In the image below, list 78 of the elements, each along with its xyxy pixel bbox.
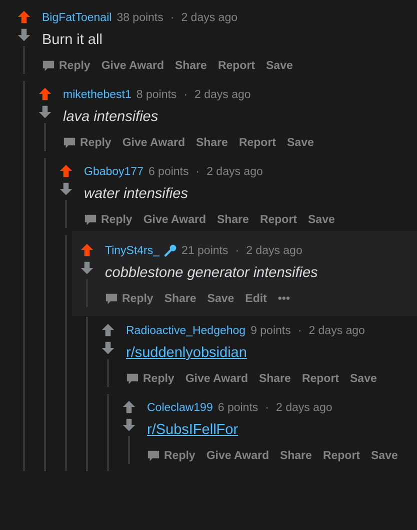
- timestamp: 2 days ago: [181, 12, 238, 24]
- action-button[interactable]: Share: [192, 134, 232, 151]
- comment-text: lava intensifies: [63, 109, 158, 125]
- reply-button[interactable]: Reply: [59, 134, 116, 151]
- action-button[interactable]: Save: [283, 134, 318, 151]
- username[interactable]: Radioactive_Hedgehog: [126, 325, 246, 337]
- username[interactable]: BigFatToenail: [42, 12, 112, 24]
- points: 38 points: [116, 12, 164, 24]
- separator-dot: ·: [235, 245, 240, 257]
- upvote-icon[interactable]: [59, 164, 73, 178]
- timestamp: 2 days ago: [206, 166, 263, 178]
- reply-button[interactable]: Reply: [143, 447, 200, 464]
- comment-text: Burn it all: [42, 32, 102, 48]
- downvote-icon[interactable]: [17, 28, 31, 42]
- downvote-icon[interactable]: [101, 341, 115, 355]
- points: 6 points: [218, 402, 258, 414]
- comment-text: water intensifies: [84, 186, 188, 202]
- action-button[interactable]: Give Award: [97, 57, 168, 74]
- action-button[interactable]: Share: [276, 447, 316, 464]
- comment-icon: [63, 136, 76, 149]
- downvote-icon[interactable]: [38, 105, 52, 119]
- downvote-icon[interactable]: [59, 182, 73, 196]
- comment-text: cobblestone generator intensifies: [105, 265, 318, 281]
- separator-dot: ·: [196, 166, 200, 178]
- action-button[interactable]: Report: [214, 57, 259, 74]
- username[interactable]: TinySt4rs_: [105, 245, 160, 257]
- timestamp: 2 days ago: [246, 245, 302, 257]
- action-button[interactable]: Save: [367, 447, 402, 464]
- action-button[interactable]: Save: [203, 290, 238, 307]
- separator-dot: ·: [298, 325, 302, 337]
- action-button[interactable]: Share: [212, 211, 253, 228]
- upvote-icon[interactable]: [38, 87, 52, 101]
- upvote-icon[interactable]: [80, 243, 94, 257]
- action-button[interactable]: Report: [234, 134, 280, 151]
- username[interactable]: mikethebest1: [63, 89, 132, 101]
- points: 6 points: [148, 166, 189, 178]
- timestamp: 2 days ago: [308, 325, 365, 337]
- downvote-icon[interactable]: [122, 418, 136, 432]
- comment-icon: [147, 449, 160, 462]
- timestamp: 2 days ago: [276, 402, 332, 414]
- subreddit-link[interactable]: r/SubsIFellFor: [147, 422, 238, 438]
- separator-dot: ·: [184, 89, 188, 101]
- username[interactable]: Gbaboy177: [84, 166, 144, 178]
- action-button[interactable]: Report: [318, 447, 364, 464]
- upvote-icon[interactable]: [122, 400, 136, 414]
- subreddit-link[interactable]: r/suddenlyobsidian: [126, 345, 247, 361]
- action-button[interactable]: Report: [256, 211, 301, 228]
- action-button[interactable]: Save: [304, 211, 339, 228]
- action-button[interactable]: •••: [274, 290, 294, 307]
- comment-icon: [105, 292, 118, 305]
- action-button[interactable]: Give Award: [118, 134, 189, 151]
- action-button[interactable]: Share: [254, 370, 295, 387]
- comment-icon: [42, 59, 55, 72]
- action-button[interactable]: Edit: [241, 290, 271, 307]
- upvote-icon[interactable]: [17, 10, 31, 24]
- timestamp: 2 days ago: [194, 89, 251, 101]
- downvote-icon[interactable]: [80, 261, 94, 275]
- separator-dot: ·: [265, 402, 269, 414]
- action-button[interactable]: Save: [346, 370, 381, 387]
- reply-button[interactable]: Reply: [38, 57, 94, 74]
- action-button[interactable]: Give Award: [202, 447, 273, 464]
- action-button[interactable]: Give Award: [181, 370, 252, 387]
- points: 8 points: [136, 89, 177, 101]
- points: 9 points: [250, 325, 291, 337]
- separator-dot: ·: [170, 12, 174, 24]
- points: 21 points: [182, 245, 228, 257]
- action-button[interactable]: Save: [262, 57, 297, 74]
- action-button[interactable]: Report: [298, 370, 343, 387]
- comment-icon: [126, 372, 139, 385]
- reply-button[interactable]: Reply: [101, 290, 158, 307]
- upvote-icon[interactable]: [101, 323, 115, 337]
- username[interactable]: Coleclaw199: [147, 402, 213, 414]
- reply-button[interactable]: Reply: [122, 370, 178, 387]
- action-button[interactable]: Share: [170, 57, 211, 74]
- action-button[interactable]: Give Award: [139, 211, 210, 228]
- reply-button[interactable]: Reply: [80, 211, 136, 228]
- action-button[interactable]: Share: [160, 290, 200, 307]
- comment-icon: [84, 213, 97, 226]
